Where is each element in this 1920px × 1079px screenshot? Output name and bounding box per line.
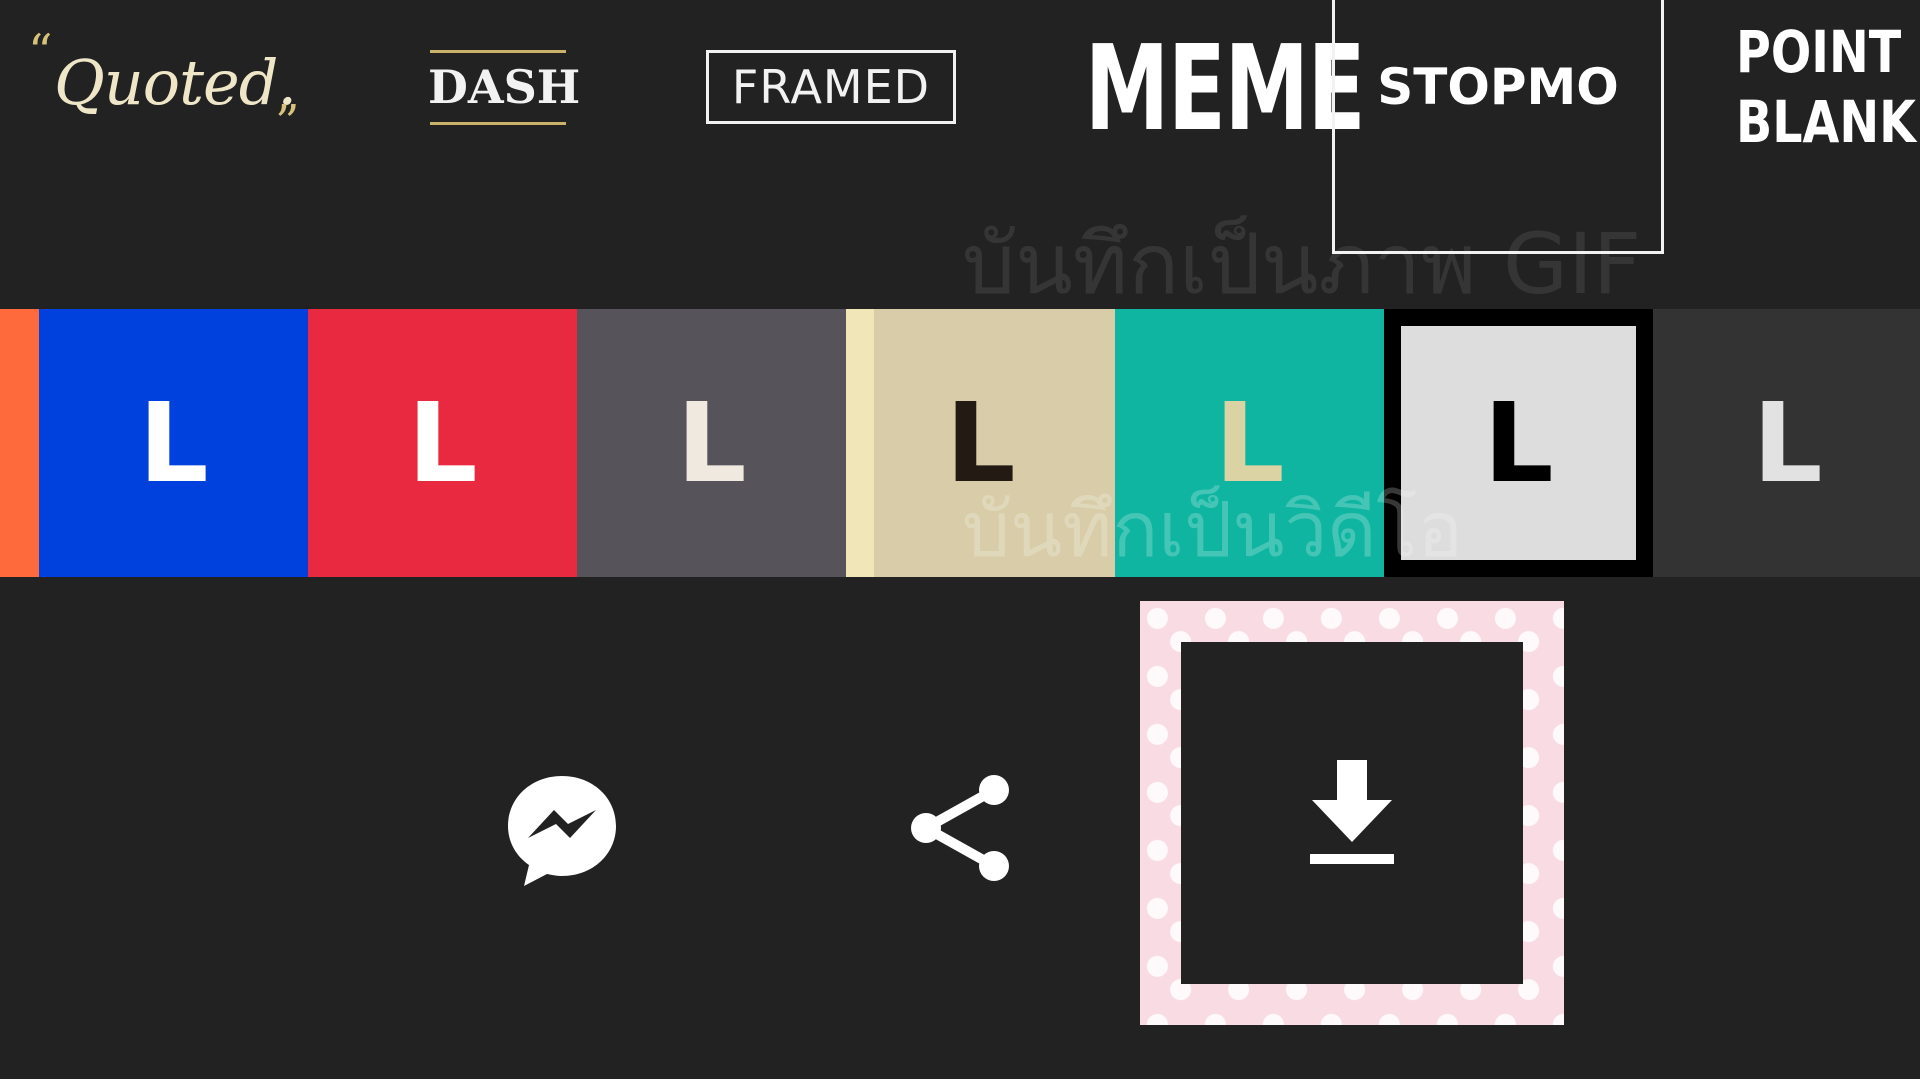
style-option-dash[interactable]: DASH — [428, 0, 581, 180]
style-label-quoted: Quoted. — [54, 46, 297, 119]
save-button[interactable] — [1140, 601, 1564, 1025]
style-option-meme[interactable]: MEME — [1052, 0, 1366, 180]
color-swatch[interactable]: L — [577, 309, 846, 577]
style-label-point: POINT — [1736, 18, 1902, 86]
download-icon — [1310, 760, 1394, 864]
style-label-stopmo: STOPMO — [1377, 58, 1619, 116]
messenger-icon — [508, 776, 616, 886]
color-swatch[interactable]: L — [846, 309, 1115, 577]
style-option-framed[interactable]: FRAMED — [706, 0, 960, 180]
save-button-inner — [1181, 642, 1523, 984]
swatch-letter: L — [1214, 379, 1285, 507]
style-selector: “ Quoted. ” DASH FRAMED MEME STOPMO POIN… — [0, 0, 1920, 313]
style-label-meme: MEME — [1084, 19, 1366, 157]
style-option-quoted[interactable]: “ Quoted. ” — [20, 0, 320, 180]
color-swatch[interactable]: L — [1115, 309, 1384, 577]
swatch-letter: L — [676, 379, 747, 507]
style-option-stopmo[interactable]: STOPMO — [1332, 0, 1664, 254]
swatch-letter: L — [1752, 379, 1823, 507]
open-quote-mark: “ — [28, 24, 53, 80]
style-label-dash: DASH — [428, 60, 581, 114]
color-swatch[interactable]: L — [308, 309, 577, 577]
stopmo-editor-screen: “ Quoted. ” DASH FRAMED MEME STOPMO POIN… — [0, 0, 1920, 1079]
style-option-point-blank[interactable]: POINT BLANK. — [1736, 0, 1920, 180]
color-swatch-partial[interactable] — [0, 309, 39, 577]
share-button[interactable] — [908, 772, 1012, 884]
color-swatch[interactable]: L — [39, 309, 308, 577]
color-selector: LLLLLLL — [0, 309, 1920, 577]
color-swatch[interactable]: L — [1384, 309, 1653, 577]
share-icon — [911, 775, 1009, 881]
swatch-letter: L — [1483, 379, 1554, 507]
messenger-button[interactable] — [502, 770, 622, 890]
close-quote-mark: ” — [275, 95, 300, 151]
swatch-letter: L — [138, 379, 209, 507]
dash-top-line — [430, 50, 566, 53]
style-label-blank: BLANK. — [1736, 88, 1920, 156]
swatch-stripe — [846, 309, 874, 577]
dash-bottom-line — [430, 122, 566, 125]
color-swatch[interactable]: L — [1653, 309, 1920, 577]
swatch-letter: L — [407, 379, 478, 507]
style-label-framed: FRAMED — [706, 50, 956, 124]
swatch-letter: L — [945, 379, 1016, 507]
